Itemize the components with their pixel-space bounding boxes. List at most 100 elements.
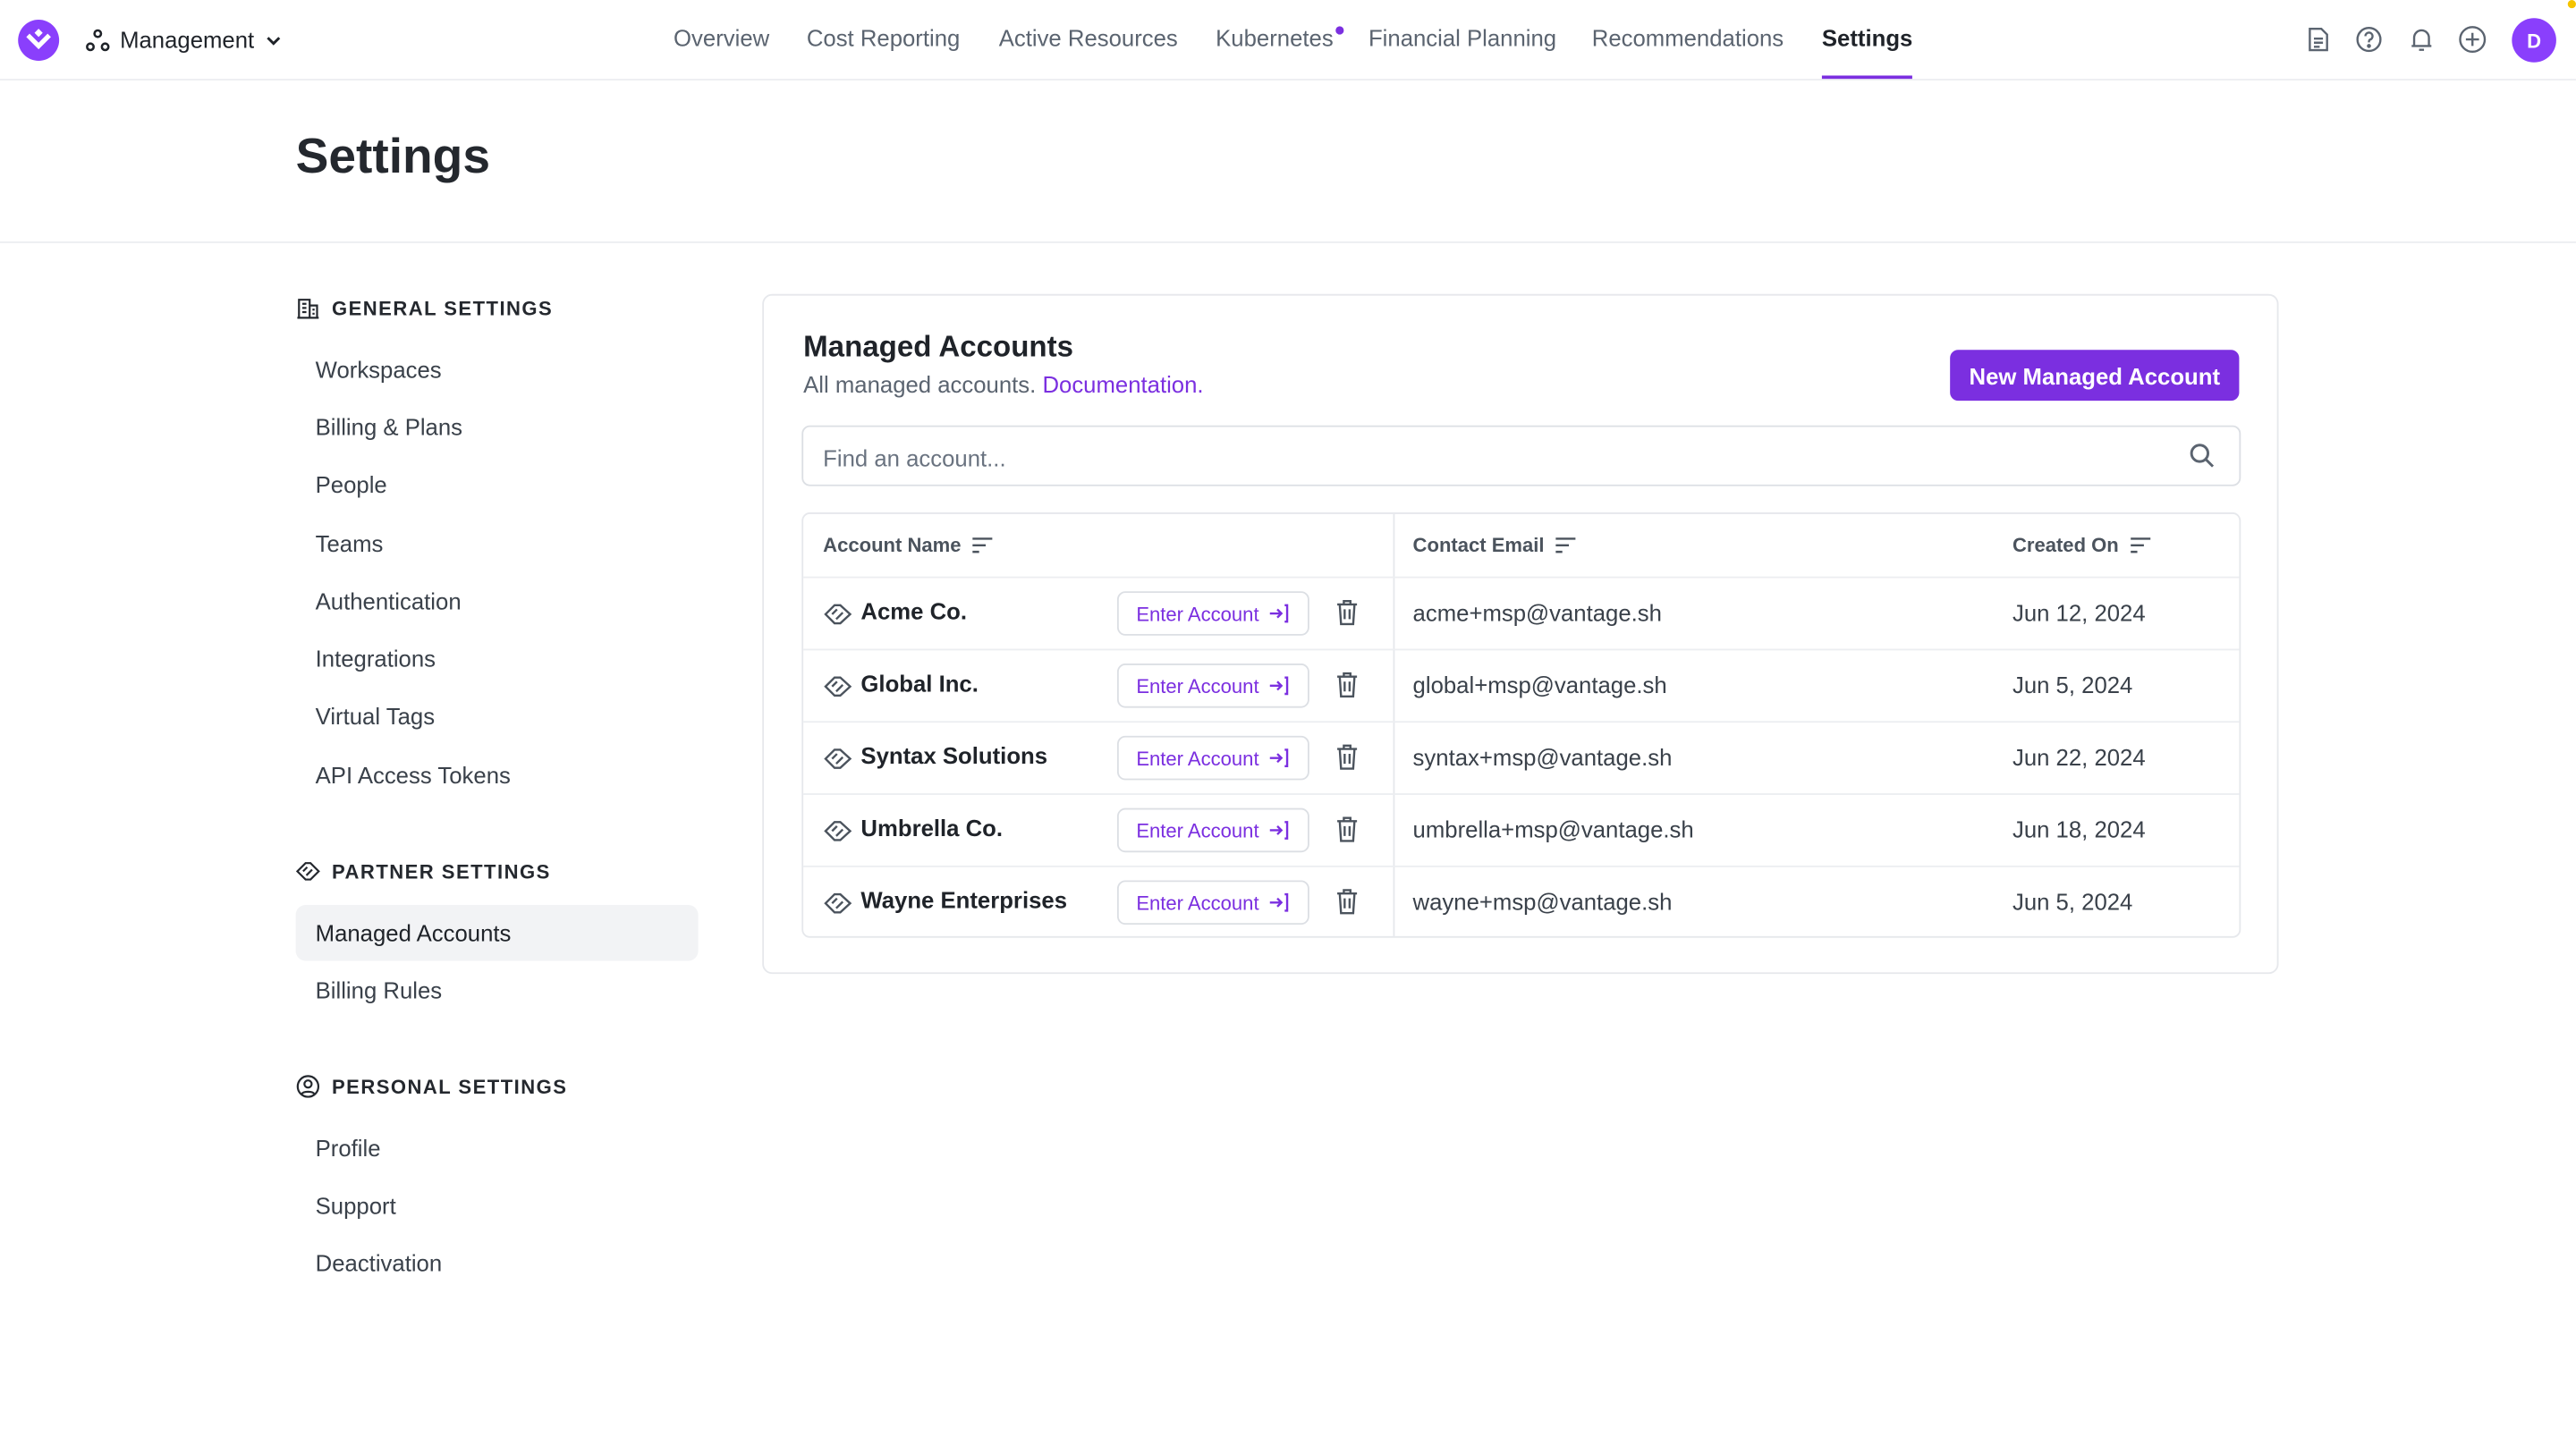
trash-icon[interactable] — [1334, 598, 1360, 628]
card-title: Managed Accounts — [803, 330, 1074, 363]
sidebar-item-api-access-tokens[interactable]: API Access Tokens — [296, 748, 699, 803]
created-date: Jun 18, 2024 — [2012, 816, 2146, 843]
status-dot — [2567, 0, 2576, 9]
account-tag-icon — [824, 892, 852, 914]
column-header-account-name[interactable]: Account Name — [823, 534, 994, 557]
sidebar-item-managed-accounts[interactable]: Managed Accounts — [295, 905, 699, 961]
trash-icon[interactable] — [1334, 887, 1360, 917]
contact-email: acme+msp@vantage.sh — [1412, 599, 1662, 626]
trash-icon[interactable] — [1334, 742, 1360, 772]
account-name: Global Inc. — [860, 670, 979, 697]
trash-icon[interactable] — [1334, 670, 1360, 699]
table-row: Acme Co. Enter Account acme+msp@vantage.… — [803, 576, 2240, 649]
enter-account-button[interactable]: Enter Account — [1116, 880, 1309, 926]
enter-account-label: Enter Account — [1136, 891, 1259, 915]
table-row: Umbrella Co. Enter Account umbrella+msp@… — [803, 793, 2240, 866]
column-header-label: Created On — [2012, 533, 2119, 557]
sidebar-item-people[interactable]: People — [296, 457, 699, 512]
workspace-icon — [86, 28, 110, 51]
partner-settings-heading: PARTNER SETTINGS — [295, 859, 551, 884]
trash-icon[interactable] — [1334, 815, 1360, 844]
enter-account-label: Enter Account — [1136, 746, 1259, 770]
help-icon[interactable] — [2352, 23, 2385, 56]
enter-account-button[interactable]: Enter Account — [1116, 664, 1309, 708]
column-header-contact-email[interactable]: Contact Email — [1413, 534, 1578, 557]
tab-cost-reporting[interactable]: Cost Reporting — [807, 25, 961, 51]
column-header-label: Contact Email — [1412, 533, 1545, 557]
column-header-label: Account Name — [823, 533, 962, 557]
account-tag-icon — [824, 821, 852, 841]
enter-account-label: Enter Account — [1136, 602, 1259, 625]
account-name: Umbrella Co. — [860, 815, 1004, 841]
add-icon[interactable] — [2456, 23, 2489, 56]
partner-settings-title: PARTNER SETTINGS — [332, 859, 551, 883]
vantage-logo[interactable] — [18, 20, 60, 61]
sidebar-item-support[interactable]: Support — [296, 1178, 699, 1233]
general-settings-title: GENERAL SETTINGS — [332, 296, 554, 320]
tab-active-resources[interactable]: Active Resources — [999, 25, 1178, 51]
enter-account-button[interactable]: Enter Account — [1116, 735, 1309, 781]
contact-email: syntax+msp@vantage.sh — [1412, 744, 1673, 771]
building-icon — [297, 299, 319, 319]
account-tag-icon — [824, 604, 852, 625]
column-header-created-on[interactable]: Created On — [2012, 534, 2152, 557]
sidebar-item-virtual-tags[interactable]: Virtual Tags — [296, 689, 699, 744]
created-date: Jun 22, 2024 — [2012, 744, 2146, 771]
sort-icon[interactable] — [2129, 536, 2152, 555]
search-input[interactable] — [803, 427, 2174, 488]
kubernetes-notification-dot — [1335, 26, 1344, 35]
new-managed-account-button[interactable]: New Managed Account — [1950, 350, 2240, 402]
sort-icon[interactable] — [971, 536, 995, 555]
accounts-table: Account Name Contact Email Created On Ac… — [801, 512, 2241, 938]
personal-settings-title: PERSONAL SETTINGS — [332, 1075, 568, 1098]
tab-overview[interactable]: Overview — [674, 25, 769, 51]
table-row: Wayne Enterprises Enter Account wayne+ms… — [803, 865, 2240, 938]
sidebar-item-workspaces[interactable]: Workspaces — [296, 342, 699, 397]
page-header: Settings — [0, 80, 2576, 243]
enter-icon — [1270, 748, 1289, 768]
sidebar-item-billing-plans[interactable]: Billing & Plans — [296, 399, 699, 454]
page-title: Settings — [295, 130, 490, 184]
enter-account-label: Enter Account — [1136, 673, 1259, 697]
search-icon[interactable] — [2188, 442, 2216, 469]
active-tab-indicator — [1821, 75, 1912, 80]
enter-icon — [1270, 892, 1289, 912]
tab-kubernetes[interactable]: Kubernetes — [1216, 25, 1334, 51]
managed-accounts-card: Managed Accounts All managed accounts. D… — [762, 293, 2279, 975]
sidebar-item-billing-rules[interactable]: Billing Rules — [296, 962, 699, 1018]
user-circle-icon — [296, 1075, 320, 1098]
contact-email: wayne+msp@vantage.sh — [1412, 888, 1673, 916]
card-subtitle-text: All managed accounts. — [803, 371, 1037, 398]
tab-recommendations[interactable]: Recommendations — [1592, 25, 1784, 51]
account-name: Syntax Solutions — [860, 742, 1048, 769]
partner-tag-icon — [295, 862, 320, 881]
account-search — [801, 425, 2241, 488]
bell-icon[interactable] — [2405, 23, 2438, 56]
tab-financial-planning[interactable]: Financial Planning — [1368, 25, 1556, 51]
card-subtitle: All managed accounts. Documentation. — [803, 371, 1203, 397]
enter-account-button[interactable]: Enter Account — [1116, 807, 1309, 853]
personal-settings-heading: PERSONAL SETTINGS — [296, 1074, 568, 1099]
created-date: Jun 5, 2024 — [2012, 888, 2133, 916]
sidebar-item-integrations[interactable]: Integrations — [296, 630, 699, 686]
account-tag-icon — [824, 748, 852, 769]
sidebar-item-authentication[interactable]: Authentication — [296, 573, 699, 629]
documentation-link[interactable]: Documentation. — [1042, 371, 1203, 397]
tab-settings[interactable]: Settings — [1822, 25, 1912, 51]
enter-account-button[interactable]: Enter Account — [1116, 591, 1309, 636]
general-settings-heading: GENERAL SETTINGS — [296, 296, 554, 321]
table-row: Syntax Solutions Enter Account syntax+ms… — [803, 721, 2240, 793]
sort-icon[interactable] — [1555, 536, 1578, 555]
sidebar-item-teams[interactable]: Teams — [296, 516, 699, 571]
workspace-switcher[interactable]: Management — [86, 23, 283, 56]
enter-icon — [1270, 676, 1289, 696]
sidebar-item-deactivation[interactable]: Deactivation — [296, 1235, 699, 1290]
docs-icon[interactable] — [2301, 23, 2334, 56]
contact-email: umbrella+msp@vantage.sh — [1412, 816, 1694, 843]
table-row: Global Inc. Enter Account global+msp@van… — [803, 648, 2240, 721]
account-name: Acme Co. — [860, 597, 968, 624]
account-name: Wayne Enterprises — [860, 886, 1067, 914]
created-date: Jun 12, 2024 — [2012, 599, 2146, 626]
sidebar-item-profile[interactable]: Profile — [296, 1120, 699, 1176]
avatar[interactable]: D — [2512, 18, 2556, 63]
